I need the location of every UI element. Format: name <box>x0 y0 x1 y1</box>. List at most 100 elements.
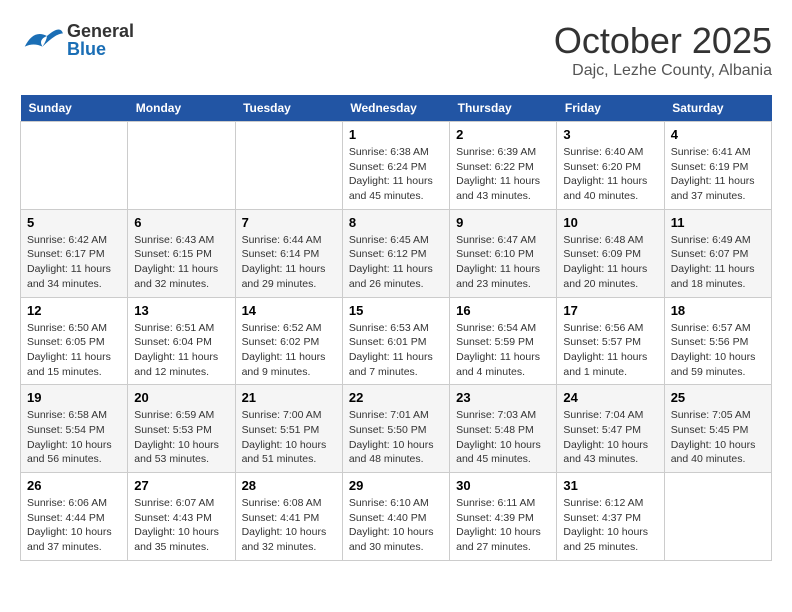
day-cell: 4 Sunrise: 6:41 AM Sunset: 6:19 PM Daylig… <box>664 122 771 210</box>
day-cell: 2 Sunrise: 6:39 AM Sunset: 6:22 PM Daylig… <box>450 122 557 210</box>
day-cell: 16Sunrise: 6:54 AM Sunset: 5:59 PM Dayli… <box>450 297 557 385</box>
day-cell: 8Sunrise: 6:45 AM Sunset: 6:12 PM Daylig… <box>342 209 449 297</box>
weekday-tuesday: Tuesday <box>235 95 342 122</box>
day-info: Sunrise: 6:53 AM Sunset: 6:01 PM Dayligh… <box>349 321 443 380</box>
day-cell: 3 Sunrise: 6:40 AM Sunset: 6:20 PM Daylig… <box>557 122 664 210</box>
logo-name: General Blue <box>67 22 134 58</box>
week-row-2: 5 Sunrise: 6:42 AM Sunset: 6:17 PM Daylig… <box>21 209 772 297</box>
day-info: Sunrise: 6:54 AM Sunset: 5:59 PM Dayligh… <box>456 321 550 380</box>
day-cell: 10 Sunrise: 6:48 AM Sunset: 6:09 PM Dayli… <box>557 209 664 297</box>
day-number: 27 <box>134 478 228 493</box>
weekday-saturday: Saturday <box>664 95 771 122</box>
day-number: 3 <box>563 127 657 142</box>
day-cell: 23 Sunrise: 7:03 AM Sunset: 5:48 PM Dayli… <box>450 385 557 473</box>
weekday-wednesday: Wednesday <box>342 95 449 122</box>
day-number: 4 <box>671 127 765 142</box>
day-cell: 29 Sunrise: 6:10 AM Sunset: 4:40 PM Dayli… <box>342 473 449 561</box>
logo-blue-text: Blue <box>67 40 134 58</box>
day-info: Sunrise: 6:48 AM Sunset: 6:09 PM Dayligh… <box>563 233 657 292</box>
day-number: 25 <box>671 390 765 405</box>
day-cell <box>235 122 342 210</box>
logo-general-text: General <box>67 22 134 40</box>
day-cell: 25 Sunrise: 7:05 AM Sunset: 5:45 PM Dayli… <box>664 385 771 473</box>
day-info: Sunrise: 7:03 AM Sunset: 5:48 PM Dayligh… <box>456 408 550 467</box>
day-info: Sunrise: 6:56 AM Sunset: 5:57 PM Dayligh… <box>563 321 657 380</box>
day-cell: 1Sunrise: 6:38 AM Sunset: 6:24 PM Daylig… <box>342 122 449 210</box>
day-cell: 13Sunrise: 6:51 AM Sunset: 6:04 PM Dayli… <box>128 297 235 385</box>
day-number: 22 <box>349 390 443 405</box>
day-number: 6 <box>134 215 228 230</box>
day-cell: 22 Sunrise: 7:01 AM Sunset: 5:50 PM Dayli… <box>342 385 449 473</box>
day-cell <box>128 122 235 210</box>
day-info: Sunrise: 7:00 AM Sunset: 5:51 PM Dayligh… <box>242 408 336 467</box>
day-number: 30 <box>456 478 550 493</box>
day-info: Sunrise: 6:41 AM Sunset: 6:19 PM Dayligh… <box>671 145 765 204</box>
day-info: Sunrise: 6:42 AM Sunset: 6:17 PM Dayligh… <box>27 233 121 292</box>
day-cell: 20Sunrise: 6:59 AM Sunset: 5:53 PM Dayli… <box>128 385 235 473</box>
week-row-3: 12 Sunrise: 6:50 AM Sunset: 6:05 PM Dayli… <box>21 297 772 385</box>
day-number: 26 <box>27 478 121 493</box>
day-number: 28 <box>242 478 336 493</box>
day-info: Sunrise: 6:39 AM Sunset: 6:22 PM Dayligh… <box>456 145 550 204</box>
day-cell: 15 Sunrise: 6:53 AM Sunset: 6:01 PM Dayli… <box>342 297 449 385</box>
day-cell: 6Sunrise: 6:43 AM Sunset: 6:15 PM Daylig… <box>128 209 235 297</box>
logo: General Blue <box>20 20 134 60</box>
day-cell: 17 Sunrise: 6:56 AM Sunset: 5:57 PM Dayli… <box>557 297 664 385</box>
logo-icon <box>20 20 65 60</box>
day-info: Sunrise: 6:44 AM Sunset: 6:14 PM Dayligh… <box>242 233 336 292</box>
day-number: 5 <box>27 215 121 230</box>
day-number: 15 <box>349 303 443 318</box>
day-cell: 18 Sunrise: 6:57 AM Sunset: 5:56 PM Dayli… <box>664 297 771 385</box>
day-cell: 19 Sunrise: 6:58 AM Sunset: 5:54 PM Dayli… <box>21 385 128 473</box>
month-title: October 2025 <box>554 20 772 62</box>
day-number: 14 <box>242 303 336 318</box>
day-cell: 9Sunrise: 6:47 AM Sunset: 6:10 PM Daylig… <box>450 209 557 297</box>
day-number: 19 <box>27 390 121 405</box>
day-info: Sunrise: 7:04 AM Sunset: 5:47 PM Dayligh… <box>563 408 657 467</box>
location: Dajc, Lezhe County, Albania <box>554 62 772 80</box>
weekday-friday: Friday <box>557 95 664 122</box>
day-number: 10 <box>563 215 657 230</box>
day-info: Sunrise: 7:01 AM Sunset: 5:50 PM Dayligh… <box>349 408 443 467</box>
day-info: Sunrise: 7:05 AM Sunset: 5:45 PM Dayligh… <box>671 408 765 467</box>
day-cell <box>21 122 128 210</box>
calendar: SundayMondayTuesdayWednesdayThursdayFrid… <box>20 95 772 561</box>
title-block: October 2025 Dajc, Lezhe County, Albania <box>554 20 772 80</box>
day-cell: 31 Sunrise: 6:12 AM Sunset: 4:37 PM Dayli… <box>557 473 664 561</box>
day-info: Sunrise: 6:59 AM Sunset: 5:53 PM Dayligh… <box>134 408 228 467</box>
day-info: Sunrise: 6:38 AM Sunset: 6:24 PM Dayligh… <box>349 145 443 204</box>
day-cell: 30 Sunrise: 6:11 AM Sunset: 4:39 PM Dayli… <box>450 473 557 561</box>
day-info: Sunrise: 6:40 AM Sunset: 6:20 PM Dayligh… <box>563 145 657 204</box>
day-cell: 28 Sunrise: 6:08 AM Sunset: 4:41 PM Dayli… <box>235 473 342 561</box>
day-cell: 21Sunrise: 7:00 AM Sunset: 5:51 PM Dayli… <box>235 385 342 473</box>
day-info: Sunrise: 6:50 AM Sunset: 6:05 PM Dayligh… <box>27 321 121 380</box>
day-cell: 12 Sunrise: 6:50 AM Sunset: 6:05 PM Dayli… <box>21 297 128 385</box>
day-info: Sunrise: 6:10 AM Sunset: 4:40 PM Dayligh… <box>349 496 443 555</box>
day-cell: 26 Sunrise: 6:06 AM Sunset: 4:44 PM Dayli… <box>21 473 128 561</box>
day-number: 2 <box>456 127 550 142</box>
day-cell: 7 Sunrise: 6:44 AM Sunset: 6:14 PM Daylig… <box>235 209 342 297</box>
day-number: 12 <box>27 303 121 318</box>
day-info: Sunrise: 6:45 AM Sunset: 6:12 PM Dayligh… <box>349 233 443 292</box>
day-info: Sunrise: 6:49 AM Sunset: 6:07 PM Dayligh… <box>671 233 765 292</box>
week-row-4: 19 Sunrise: 6:58 AM Sunset: 5:54 PM Dayli… <box>21 385 772 473</box>
day-number: 13 <box>134 303 228 318</box>
day-cell <box>664 473 771 561</box>
day-number: 23 <box>456 390 550 405</box>
day-number: 31 <box>563 478 657 493</box>
weekday-header-row: SundayMondayTuesdayWednesdayThursdayFrid… <box>21 95 772 122</box>
day-info: Sunrise: 6:57 AM Sunset: 5:56 PM Dayligh… <box>671 321 765 380</box>
day-cell: 27Sunrise: 6:07 AM Sunset: 4:43 PM Dayli… <box>128 473 235 561</box>
day-info: Sunrise: 6:12 AM Sunset: 4:37 PM Dayligh… <box>563 496 657 555</box>
day-info: Sunrise: 6:08 AM Sunset: 4:41 PM Dayligh… <box>242 496 336 555</box>
day-number: 7 <box>242 215 336 230</box>
day-info: Sunrise: 6:06 AM Sunset: 4:44 PM Dayligh… <box>27 496 121 555</box>
day-number: 18 <box>671 303 765 318</box>
day-number: 17 <box>563 303 657 318</box>
header: General Blue October 2025 Dajc, Lezhe Co… <box>20 20 772 80</box>
day-cell: 11Sunrise: 6:49 AM Sunset: 6:07 PM Dayli… <box>664 209 771 297</box>
day-number: 29 <box>349 478 443 493</box>
day-info: Sunrise: 6:11 AM Sunset: 4:39 PM Dayligh… <box>456 496 550 555</box>
day-info: Sunrise: 6:58 AM Sunset: 5:54 PM Dayligh… <box>27 408 121 467</box>
day-info: Sunrise: 6:47 AM Sunset: 6:10 PM Dayligh… <box>456 233 550 292</box>
